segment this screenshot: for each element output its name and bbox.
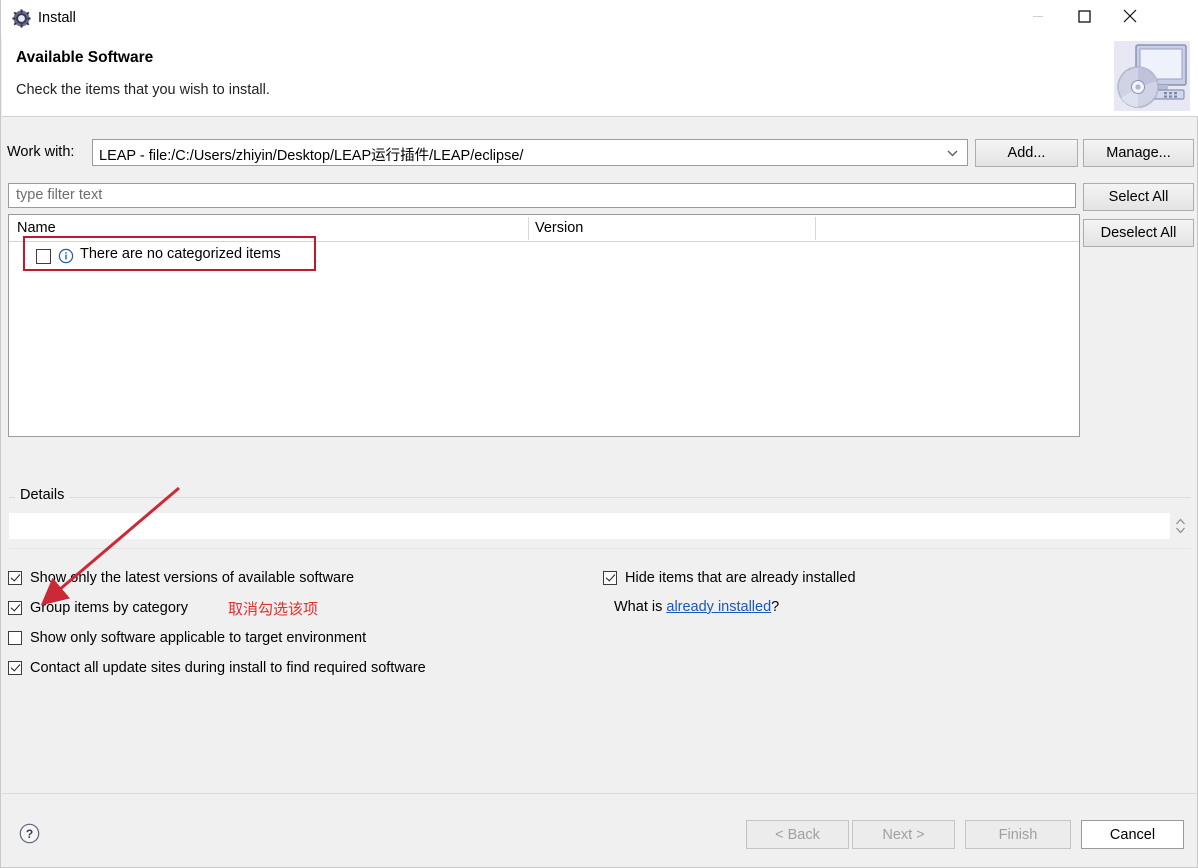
page-description: Check the items that you wish to install…	[16, 82, 270, 98]
option-group-items-by-category[interactable]: Group items by category	[8, 600, 188, 616]
option-label: Hide items that are already installed	[625, 570, 856, 586]
install-gear-icon	[12, 9, 31, 28]
work-with-label: Work with:	[7, 144, 75, 160]
details-label: Details	[15, 487, 70, 503]
add-button[interactable]: Add...	[975, 139, 1078, 167]
already-installed-link[interactable]: already installed	[666, 599, 771, 615]
checkbox[interactable]	[8, 601, 22, 615]
checkbox[interactable]	[8, 661, 22, 675]
column-header-name[interactable]: Name	[17, 220, 56, 236]
work-with-combo[interactable]: LEAP - file:/C:/Users/zhiyin/Desktop/LEA…	[92, 139, 968, 166]
annotation-chinese-note: 取消勾选该项	[228, 600, 319, 618]
deselect-all-button[interactable]: Deselect All	[1083, 219, 1194, 247]
minimize-button[interactable]	[1015, 0, 1061, 32]
filter-placeholder: type filter text	[16, 187, 103, 203]
option-hide-installed-items[interactable]: Hide items that are already installed	[603, 570, 856, 586]
checkbox[interactable]	[603, 571, 617, 585]
checkbox[interactable]	[8, 571, 22, 585]
info-icon	[58, 248, 74, 264]
footer-separator	[2, 793, 1198, 794]
maximize-icon	[1077, 9, 1091, 23]
next-button[interactable]: Next >	[852, 820, 955, 849]
column-divider[interactable]	[528, 217, 529, 240]
table-header-row: Name Version	[9, 215, 1079, 242]
option-label: Show only the latest versions of availab…	[30, 570, 355, 586]
dialog-header: Available Software Check the items that …	[2, 37, 1198, 117]
filter-input[interactable]: type filter text	[8, 183, 1076, 208]
close-button[interactable]	[1107, 0, 1153, 32]
checkbox[interactable]	[8, 631, 22, 645]
option-contact-update-sites[interactable]: Contact all update sites during install …	[8, 660, 426, 676]
manage-button[interactable]: Manage...	[1083, 139, 1194, 167]
chevron-down-icon[interactable]	[941, 140, 963, 165]
details-bottom-line	[9, 548, 1191, 549]
option-label: Group items by category	[30, 600, 188, 616]
spinner-up-down-icon[interactable]	[1172, 513, 1188, 539]
maximize-button[interactable]	[1061, 0, 1107, 32]
option-show-latest-versions[interactable]: Show only the latest versions of availab…	[8, 570, 354, 586]
cancel-button[interactable]: Cancel	[1081, 820, 1184, 849]
available-software-table[interactable]: Name Version There are no categorized it…	[8, 214, 1080, 437]
option-show-applicable-software[interactable]: Show only software applicable to target …	[8, 630, 366, 646]
svg-text:?: ?	[26, 827, 33, 841]
table-row[interactable]: There are no categorized items	[9, 242, 1079, 272]
computer-cd-icon	[1114, 41, 1190, 111]
option-label: Show only software applicable to target …	[30, 630, 367, 646]
option-label: Contact all update sites during install …	[30, 660, 426, 676]
work-with-value: LEAP - file:/C:/Users/zhiyin/Desktop/LEA…	[99, 148, 524, 164]
what-is-already-installed: What is already installed?	[614, 599, 779, 615]
row-checkbox[interactable]	[36, 249, 51, 264]
help-question-icon[interactable]: ?	[19, 823, 40, 844]
row-name-cell: There are no categorized items	[80, 246, 281, 262]
title-bar: Install	[1, 0, 1198, 37]
minimize-icon	[1033, 16, 1043, 17]
install-dialog: Install Available Software Check the ite…	[0, 0, 1198, 868]
close-icon	[1123, 9, 1137, 23]
column-header-version[interactable]: Version	[535, 220, 583, 236]
what-is-suffix: ?	[771, 599, 780, 615]
back-button[interactable]: < Back	[746, 820, 849, 849]
details-separator-line	[9, 497, 1191, 498]
page-title: Available Software	[16, 49, 154, 66]
select-all-button[interactable]: Select All	[1083, 183, 1194, 211]
column-divider[interactable]	[815, 217, 816, 240]
details-text-area[interactable]	[9, 513, 1170, 539]
what-is-prefix: What is	[614, 599, 667, 615]
finish-button[interactable]: Finish	[965, 820, 1071, 849]
window-title: Install	[38, 10, 76, 26]
